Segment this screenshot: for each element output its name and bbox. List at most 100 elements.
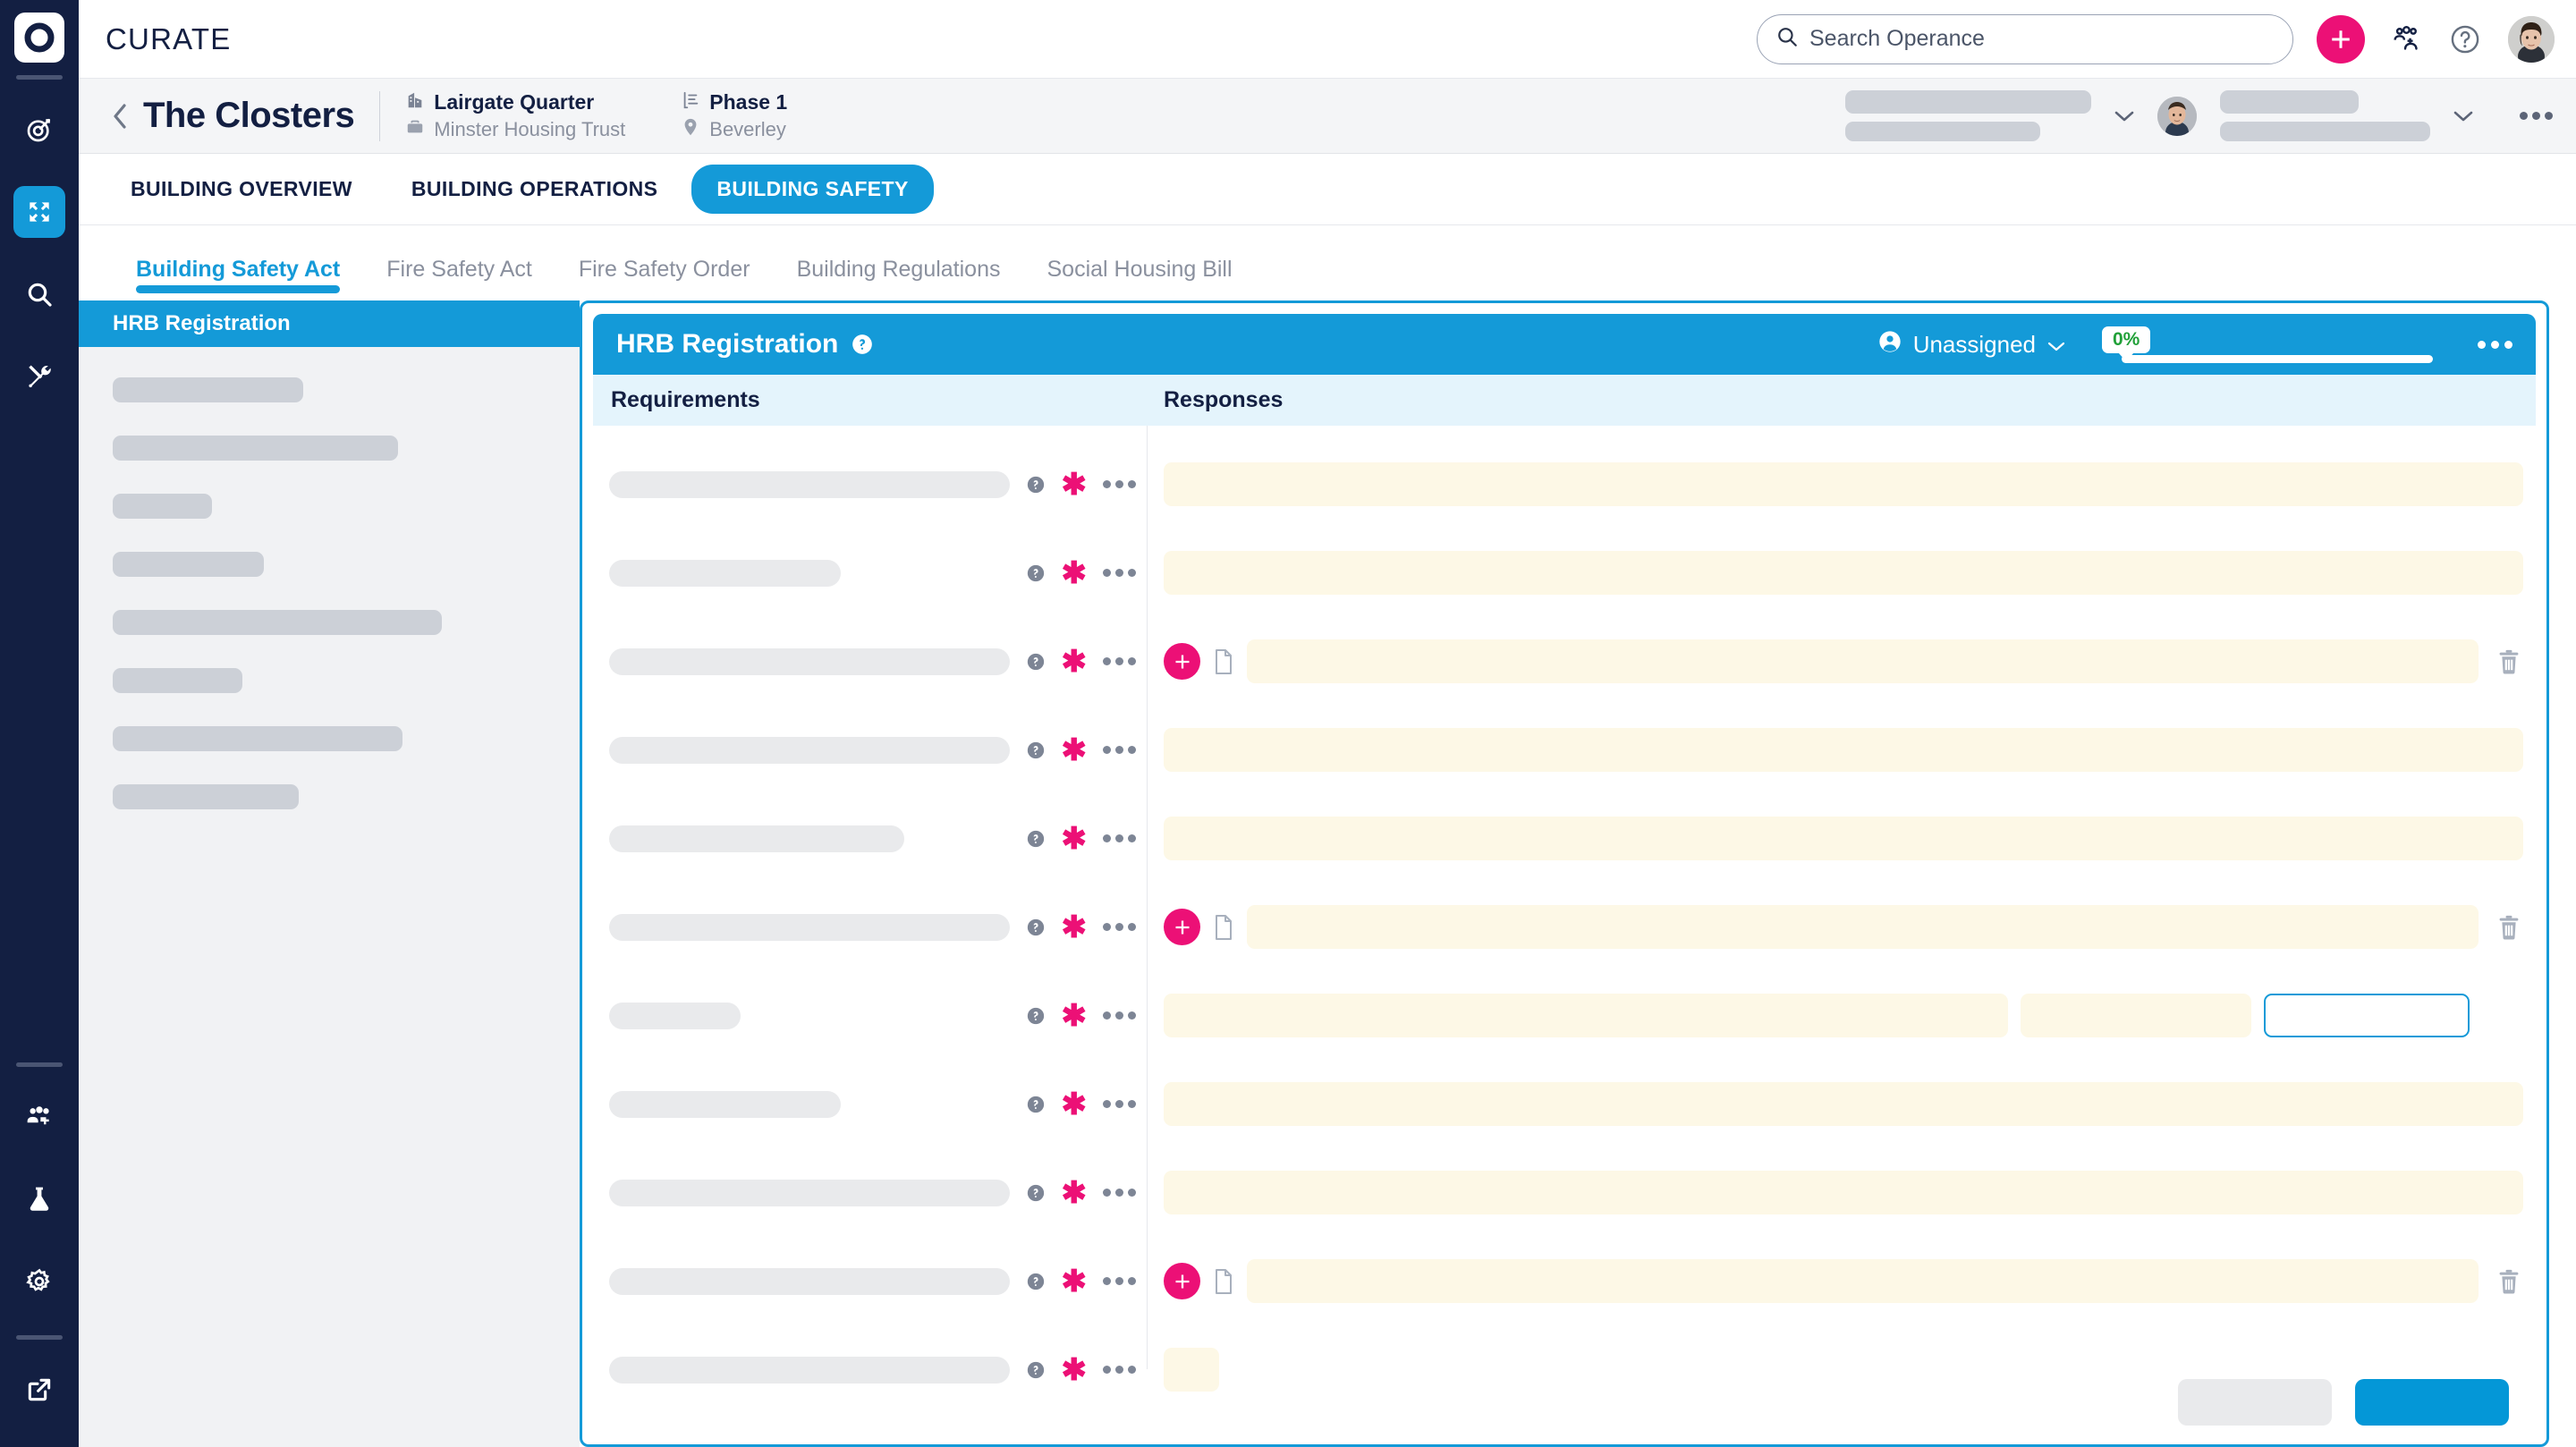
content-area: HRB Registration HRB Registration Unassi… <box>79 300 2576 1447</box>
response-input[interactable] <box>1164 551 2523 596</box>
subtab-fire-safety-act[interactable]: Fire Safety Act <box>363 257 555 300</box>
required-asterisk-icon: ✱ <box>1061 1264 1088 1299</box>
page-title: The Closters <box>143 96 355 135</box>
operance-logo-icon[interactable] <box>14 13 64 63</box>
row-more-options-icon[interactable] <box>1103 569 1136 578</box>
document-icon[interactable] <box>1213 1268 1234 1295</box>
tab-building-operations[interactable]: BUILDING OPERATIONS <box>386 165 683 214</box>
row-more-options-icon[interactable] <box>1103 923 1136 932</box>
tab-building-safety[interactable]: BUILDING SAFETY <box>691 165 934 214</box>
context-avatar[interactable] <box>2157 96 2197 136</box>
help-circle-icon[interactable] <box>851 333 874 356</box>
target-icon[interactable] <box>13 104 65 156</box>
primary-tabs: BUILDING OVERVIEW BUILDING OPERATIONS BU… <box>79 154 2576 225</box>
help-circle-icon[interactable] <box>1026 652 1046 672</box>
row-more-options-icon[interactable] <box>1103 1011 1136 1020</box>
row-more-options-icon[interactable] <box>1103 480 1136 489</box>
search-input[interactable] <box>1809 26 2275 52</box>
secondary-action-button[interactable] <box>2178 1378 2332 1426</box>
add-people-icon[interactable] <box>13 1091 65 1143</box>
help-circle-icon[interactable] <box>1026 1183 1046 1203</box>
sidebar-item-hrb-registration[interactable]: HRB Registration <box>79 300 580 347</box>
row-more-options-icon[interactable] <box>1103 1277 1136 1286</box>
create-new-button[interactable] <box>2317 14 2365 63</box>
search-box[interactable] <box>1757 13 2293 64</box>
add-response-button[interactable] <box>1164 643 1200 681</box>
assignee-label: Unassigned <box>1912 330 2036 358</box>
flask-icon[interactable] <box>13 1173 65 1225</box>
response-input[interactable] <box>1164 817 2523 861</box>
response-input-focused[interactable] <box>2264 994 2470 1038</box>
help-circle-icon[interactable] <box>2449 23 2481 55</box>
help-circle-icon[interactable] <box>1026 475 1046 495</box>
back-button[interactable] <box>102 101 138 131</box>
delete-icon[interactable] <box>2496 914 2523 941</box>
add-response-button[interactable] <box>1164 1263 1200 1300</box>
response-input[interactable] <box>1247 639 2479 684</box>
card-more-options-icon[interactable] <box>2478 340 2512 349</box>
delete-icon[interactable] <box>2496 648 2523 675</box>
required-asterisk-icon: ✱ <box>1061 644 1088 679</box>
row-actions: ✱ <box>1010 558 1136 588</box>
add-response-button[interactable] <box>1164 909 1200 946</box>
required-asterisk-icon: ✱ <box>1061 1087 1088 1121</box>
subtab-fire-safety-order[interactable]: Fire Safety Order <box>555 257 774 300</box>
chevron-down-icon <box>2046 331 2066 359</box>
response-input[interactable] <box>2021 994 2251 1038</box>
response-input[interactable] <box>1164 1082 2523 1127</box>
search-icon[interactable] <box>13 268 65 320</box>
response-input[interactable] <box>1164 1171 2523 1215</box>
response-input[interactable] <box>1164 994 2008 1038</box>
document-icon[interactable] <box>1213 914 1234 941</box>
required-asterisk-icon: ✱ <box>1061 467 1088 502</box>
response-input[interactable] <box>1164 462 2523 507</box>
row-actions: ✱ <box>1010 467 1136 502</box>
collapse-arrows-icon[interactable] <box>13 186 65 238</box>
requirement-text-skeleton <box>609 1002 741 1029</box>
row-more-options-icon[interactable] <box>1103 1100 1136 1109</box>
row-more-options-icon[interactable] <box>1103 657 1136 666</box>
primary-action-button[interactable] <box>2355 1378 2509 1426</box>
context-divider <box>379 90 381 141</box>
add-user-icon[interactable] <box>2392 24 2422 55</box>
row-actions: ✱ <box>1010 912 1136 943</box>
card-wrapper: HRB Registration Unassigned 0% Requireme… <box>580 300 2576 1447</box>
context-more-options-icon[interactable] <box>2520 112 2553 120</box>
tools-icon[interactable] <box>13 351 65 402</box>
row-more-options-icon[interactable] <box>1103 1189 1136 1197</box>
building-context: Lairgate Quarter Minster Housing Trust <box>405 90 625 141</box>
row-more-options-icon[interactable] <box>1103 834 1136 843</box>
responses-column <box>1148 426 2536 1392</box>
row-more-options-icon[interactable] <box>1103 746 1136 755</box>
document-icon[interactable] <box>1213 648 1234 675</box>
help-circle-icon[interactable] <box>1026 1006 1046 1026</box>
table-row: ✱ <box>593 794 1147 883</box>
subtab-building-regulations[interactable]: Building Regulations <box>774 257 1024 300</box>
response-input[interactable] <box>1247 1259 2479 1304</box>
help-circle-icon[interactable] <box>1026 1272 1046 1291</box>
progress-percent-label: 0% <box>2102 326 2151 361</box>
skeleton-bar <box>113 784 300 809</box>
context-dropdown-left[interactable] <box>2113 108 2136 124</box>
icon-rail <box>0 0 79 1447</box>
tab-building-overview[interactable]: BUILDING OVERVIEW <box>106 165 377 214</box>
gear-icon[interactable] <box>13 1256 65 1307</box>
sidebar-skeleton-list <box>79 347 580 809</box>
response-input[interactable] <box>1247 905 2479 950</box>
table-row: ✱ <box>593 1237 1147 1325</box>
help-circle-icon[interactable] <box>1026 563 1046 583</box>
help-circle-icon[interactable] <box>1026 1095 1046 1114</box>
delete-icon[interactable] <box>2496 1268 2523 1295</box>
assignee-dropdown[interactable]: Unassigned <box>1877 329 2066 360</box>
context-dropdown-right[interactable] <box>2452 108 2475 124</box>
subtab-social-housing-bill[interactable]: Social Housing Bill <box>1024 257 1256 300</box>
response-input[interactable] <box>1164 728 2523 773</box>
response-row <box>1148 1148 2536 1237</box>
external-link-icon[interactable] <box>13 1364 65 1416</box>
help-circle-icon[interactable] <box>1026 740 1046 760</box>
help-circle-icon[interactable] <box>1026 918 1046 937</box>
subtab-building-safety-act[interactable]: Building Safety Act <box>106 257 363 300</box>
avatar[interactable] <box>2508 15 2555 63</box>
required-asterisk-icon: ✱ <box>1061 1175 1088 1210</box>
help-circle-icon[interactable] <box>1026 829 1046 849</box>
